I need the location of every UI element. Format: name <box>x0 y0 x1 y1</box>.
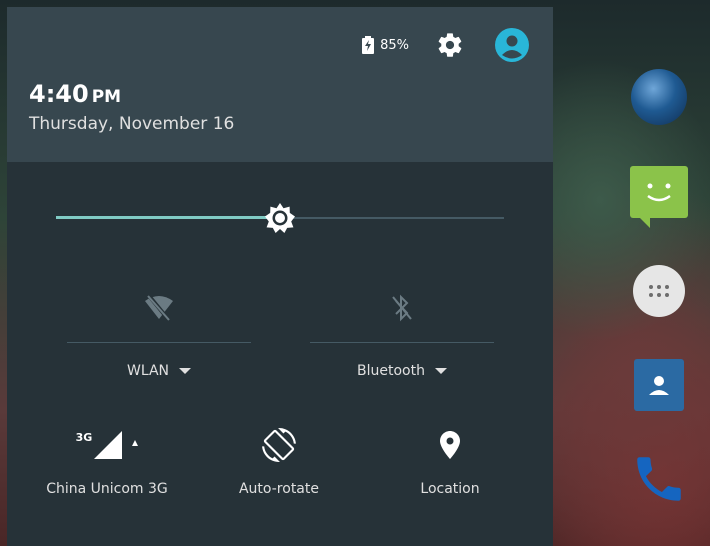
date-label[interactable]: Thursday, November 16 <box>29 114 234 134</box>
clock-time: 4:40 <box>29 80 89 108</box>
bluetooth-dropdown[interactable]: Bluetooth <box>310 363 494 379</box>
battery-charging-icon <box>362 36 375 54</box>
status-row: 85% <box>362 28 529 62</box>
bluetooth-disabled-icon[interactable] <box>387 293 417 323</box>
location-pin-icon[interactable] <box>375 427 525 463</box>
account-circle-icon <box>495 28 529 62</box>
brightness-slider[interactable] <box>56 203 504 233</box>
mobile-data-tile[interactable]: 3G China Unicom 3G <box>32 427 182 507</box>
brightness-icon <box>265 203 295 233</box>
auto-rotate-label: Auto-rotate <box>238 481 319 497</box>
screen-rotation-icon[interactable] <box>204 427 354 463</box>
settings-button[interactable] <box>435 30 465 60</box>
bluetooth-label: Bluetooth <box>357 363 425 379</box>
wlan-label: WLAN <box>126 363 169 379</box>
data-activity-icon <box>132 440 139 446</box>
wlan-tile[interactable]: WLAN <box>67 275 251 405</box>
wlan-divider <box>67 342 251 343</box>
notification-shade: 85% 4:40 PM Thursday, November 16 WLAN B… <box>7 7 553 546</box>
brightness-track-fill <box>56 216 280 219</box>
home-app-dock <box>630 0 694 546</box>
brightness-thumb[interactable] <box>265 203 295 233</box>
auto-rotate-tile[interactable]: Auto-rotate <box>204 427 354 507</box>
bluetooth-tile[interactable]: Bluetooth <box>310 275 494 405</box>
clock[interactable]: 4:40 PM <box>29 80 121 108</box>
location-tile[interactable]: Location <box>375 427 525 507</box>
bluetooth-divider <box>310 342 494 343</box>
clock-ampm: PM <box>91 87 122 107</box>
cell-signal-icon[interactable]: 3G <box>32 427 182 463</box>
browser-app-icon[interactable] <box>630 68 688 126</box>
network-type-badge: 3G <box>75 430 93 444</box>
messaging-app-icon[interactable] <box>630 163 688 228</box>
chevron-down-icon <box>179 368 191 374</box>
user-account-button[interactable] <box>495 28 529 62</box>
battery-indicator[interactable]: 85% <box>362 36 409 54</box>
gear-icon <box>438 33 462 57</box>
wlan-dropdown[interactable]: WLAN <box>67 363 251 379</box>
mobile-data-label: China Unicom 3G <box>46 481 168 497</box>
wifi-off-icon[interactable] <box>144 293 174 323</box>
phone-app-icon[interactable] <box>630 450 688 508</box>
battery-percent: 85% <box>380 37 409 53</box>
app-drawer-icon[interactable] <box>630 262 688 320</box>
quick-settings-header: 85% 4:40 PM Thursday, November 16 <box>7 7 553 162</box>
chevron-down-icon <box>434 368 447 374</box>
location-label: Location <box>420 481 480 497</box>
contacts-app-icon[interactable] <box>630 356 688 414</box>
